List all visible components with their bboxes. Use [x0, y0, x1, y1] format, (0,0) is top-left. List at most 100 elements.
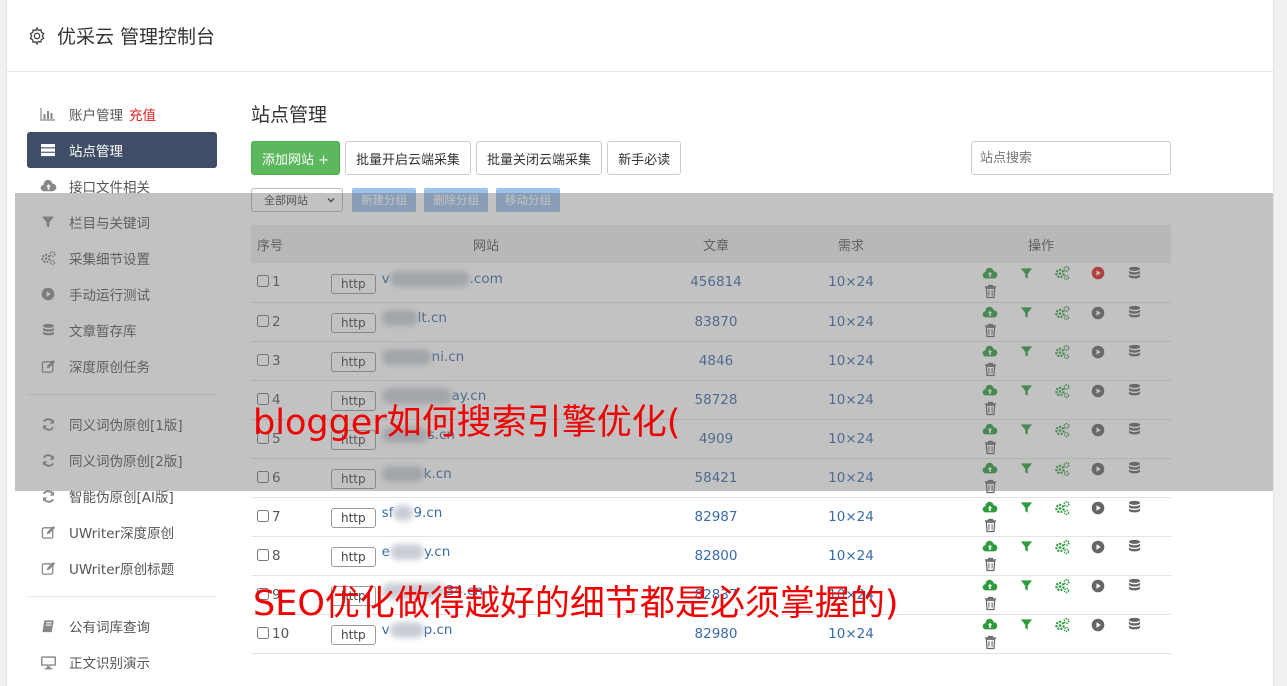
sidebar-item[interactable]: 深度原创任务	[27, 348, 217, 384]
protocol-badge[interactable]: http	[331, 313, 376, 333]
sidebar-item[interactable]: 采集细节设置	[27, 240, 217, 276]
site-domain[interactable]: y.cn	[424, 544, 450, 560]
protocol-badge[interactable]: http	[331, 273, 376, 294]
row-checkbox[interactable]	[257, 470, 269, 483]
cloud-upload-icon[interactable]	[981, 264, 999, 282]
row-checkbox[interactable]	[257, 509, 269, 522]
database-icon[interactable]	[1125, 577, 1143, 595]
table-row[interactable]: 3 http ni.cn 4846 10×24	[251, 341, 1171, 380]
sidebar-item[interactable]: 同义词伪原创[2版]	[27, 442, 217, 478]
sidebar-item[interactable]: UWriter深度原创	[27, 514, 217, 550]
cloud-upload-icon[interactable]	[981, 304, 999, 322]
site-domain[interactable]: lt.cn	[418, 310, 447, 326]
cogs-icon[interactable]	[1053, 382, 1071, 400]
demand-value[interactable]: 10×24	[791, 341, 911, 380]
play-circle-icon[interactable]	[1089, 343, 1107, 361]
protocol-badge[interactable]: http	[331, 352, 376, 372]
filter-icon[interactable]	[1017, 538, 1035, 556]
site-search-input[interactable]	[971, 141, 1171, 175]
cogs-icon[interactable]	[1053, 499, 1071, 517]
database-icon[interactable]	[1125, 264, 1143, 282]
group-select[interactable]: 全部网站	[251, 188, 343, 212]
database-icon[interactable]	[1125, 304, 1143, 322]
table-row[interactable]: 8 http e y.cn 82800 10×24	[251, 536, 1171, 575]
cogs-icon[interactable]	[1053, 421, 1071, 439]
site-domain-prefix[interactable]: e	[382, 544, 390, 560]
cogs-icon[interactable]	[1053, 538, 1071, 556]
table-row[interactable]: 7 http sf 9.cn 82987 10×24	[251, 497, 1171, 536]
cloud-upload-icon[interactable]	[981, 460, 999, 478]
row-checkbox[interactable]	[257, 314, 269, 327]
sidebar-item[interactable]: 手动运行测试	[27, 276, 217, 312]
database-icon[interactable]	[1125, 421, 1143, 439]
trash-icon[interactable]	[981, 517, 999, 535]
protocol-badge[interactable]: http	[331, 508, 376, 528]
filter-icon[interactable]	[1017, 499, 1035, 517]
site-domain-prefix[interactable]: sf	[382, 505, 394, 521]
sidebar-item[interactable]: UWriter原创标题	[27, 550, 217, 586]
table-row[interactable]: 6 http k.cn 58421 10×24	[251, 458, 1171, 497]
database-icon[interactable]	[1125, 460, 1143, 478]
play-circle-icon[interactable]	[1089, 538, 1107, 556]
cloud-upload-icon[interactable]	[981, 499, 999, 517]
sidebar-item[interactable]: 接口文件相关	[27, 168, 217, 204]
article-count[interactable]: 456814	[641, 263, 791, 302]
cogs-icon[interactable]	[1053, 616, 1071, 634]
trash-icon[interactable]	[981, 595, 999, 613]
delete-group-button[interactable]: 删除分组	[424, 188, 488, 212]
protocol-badge[interactable]: http	[331, 625, 376, 645]
article-count[interactable]: 58421	[641, 458, 791, 497]
database-icon[interactable]	[1125, 382, 1143, 400]
filter-icon[interactable]	[1017, 343, 1035, 361]
database-icon[interactable]	[1125, 343, 1143, 361]
cogs-icon[interactable]	[1053, 343, 1071, 361]
demand-value[interactable]: 10×24	[791, 263, 911, 302]
trash-icon[interactable]	[981, 361, 999, 379]
article-count[interactable]: 4846	[641, 341, 791, 380]
play-circle-icon[interactable]	[1089, 499, 1107, 517]
play-circle-icon[interactable]	[1089, 577, 1107, 595]
cloud-upload-icon[interactable]	[981, 616, 999, 634]
database-icon[interactable]	[1125, 499, 1143, 517]
demand-value[interactable]: 10×24	[791, 497, 911, 536]
sidebar-item[interactable]: 正文识别演示	[27, 644, 217, 680]
sidebar-item[interactable]: 文章暂存库	[27, 312, 217, 348]
sidebar-item[interactable]: 智能伪原创[AI版]	[27, 478, 217, 514]
site-domain[interactable]: ni.cn	[432, 349, 465, 365]
trash-icon[interactable]	[981, 282, 999, 300]
cloud-upload-icon[interactable]	[981, 382, 999, 400]
demand-value[interactable]: 10×24	[791, 380, 911, 419]
trash-icon[interactable]	[981, 634, 999, 652]
article-count[interactable]: 82987	[641, 497, 791, 536]
demand-value[interactable]: 10×24	[791, 458, 911, 497]
site-domain[interactable]: .com	[470, 271, 503, 287]
sidebar-item[interactable]: 栏目与关键词	[27, 204, 217, 240]
table-row[interactable]: 1 http v .com 456814 10×24	[251, 263, 1171, 302]
database-icon[interactable]	[1125, 616, 1143, 634]
demand-value[interactable]: 10×24	[791, 536, 911, 575]
play-circle-icon[interactable]	[1089, 616, 1107, 634]
sidebar-item[interactable]: 账户管理 充值	[27, 96, 217, 132]
trash-icon[interactable]	[981, 400, 999, 418]
protocol-badge[interactable]: http	[331, 469, 376, 489]
article-count[interactable]: 82800	[641, 536, 791, 575]
play-circle-icon[interactable]	[1089, 460, 1107, 478]
batch-open-button[interactable]: 批量开启云端采集	[345, 141, 472, 175]
cogs-icon[interactable]	[1053, 304, 1071, 322]
trash-icon[interactable]	[981, 322, 999, 340]
site-domain[interactable]: k.cn	[424, 466, 452, 482]
cogs-icon[interactable]	[1053, 264, 1071, 282]
add-site-button[interactable]: 添加网站 +	[251, 141, 341, 175]
cogs-icon[interactable]	[1053, 577, 1071, 595]
play-circle-icon[interactable]	[1089, 421, 1107, 439]
demand-value[interactable]: 10×24	[791, 419, 911, 458]
row-checkbox[interactable]	[257, 353, 269, 366]
article-count[interactable]: 83870	[641, 302, 791, 341]
cloud-upload-icon[interactable]	[981, 343, 999, 361]
recharge-link[interactable]: 充值	[129, 104, 156, 124]
row-checkbox[interactable]	[257, 626, 269, 639]
play-circle-icon[interactable]	[1089, 382, 1107, 400]
new-group-button[interactable]: 新建分组	[352, 188, 416, 212]
trash-icon[interactable]	[981, 478, 999, 496]
cogs-icon[interactable]	[1053, 460, 1071, 478]
